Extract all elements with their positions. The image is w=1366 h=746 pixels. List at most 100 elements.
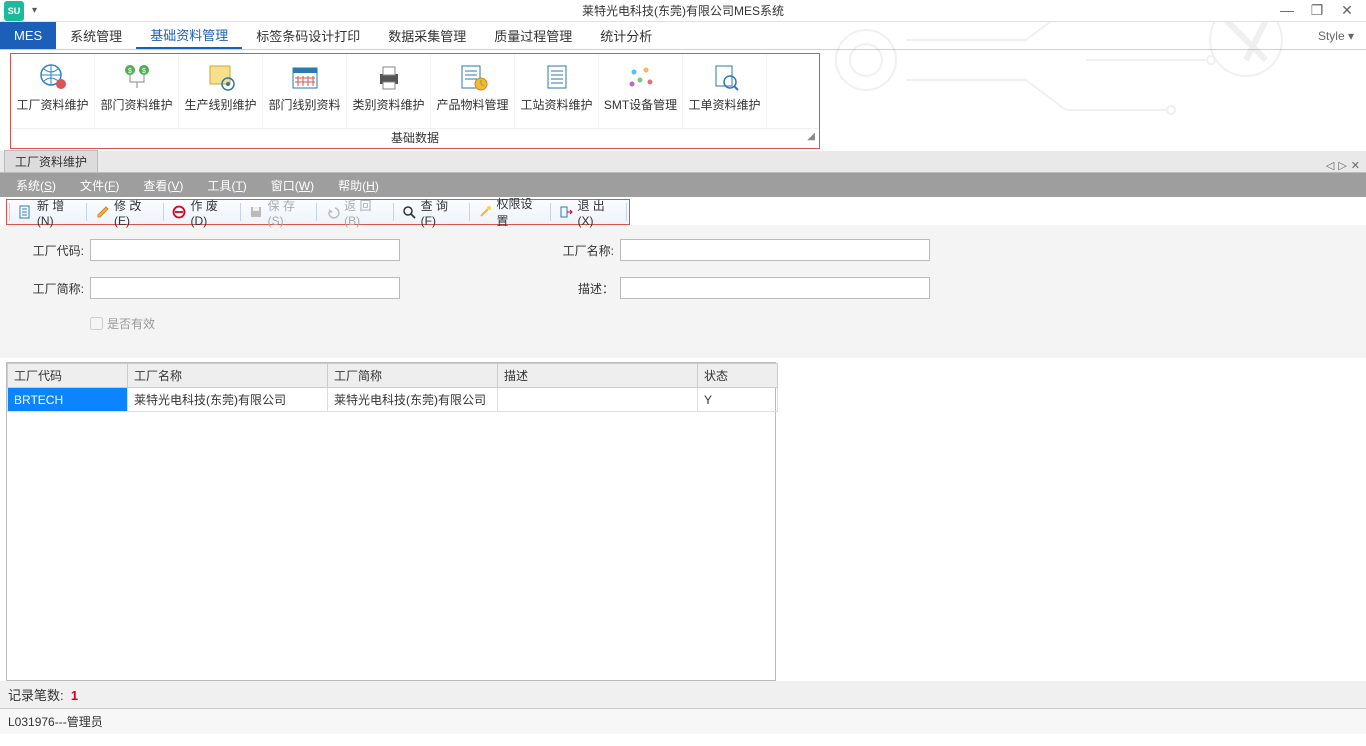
minimize-icon[interactable]: — [1276, 2, 1298, 19]
new-doc-icon [18, 204, 33, 220]
btn-exit[interactable]: 退 出(X) [552, 200, 624, 224]
wand-icon [478, 204, 493, 220]
cell-code: BRTECH [8, 388, 128, 412]
btn-save-label: 保 存(S) [268, 197, 309, 228]
pager-close-icon[interactable]: ✕ [1351, 159, 1360, 172]
svg-text:$: $ [142, 68, 146, 75]
box-gear-icon [203, 60, 239, 94]
undo-icon [325, 204, 340, 220]
ribbon-category[interactable]: 类别资料维护 [347, 54, 431, 128]
btn-void[interactable]: 作 废(D) [166, 200, 238, 224]
ribbon-station[interactable]: 工站资料维护 [515, 54, 599, 128]
tab-barcode[interactable]: 标签条码设计打印 [242, 22, 374, 49]
svg-text:$: $ [128, 68, 132, 75]
menu-file[interactable]: 文件(F) [68, 177, 131, 194]
doc-tab-factory[interactable]: 工厂资料维护 [4, 150, 98, 172]
form-area: 工厂代码: 工厂名称: 工厂简称: 描述： 是否有效 [0, 225, 1366, 358]
tab-stats[interactable]: 统计分析 [586, 22, 666, 49]
titlebar: SU ▾ 莱特光电科技(东莞)有限公司MES系统 — ❐ ✕ [0, 0, 1366, 22]
grid-header-row: 工厂代码 工厂名称 工厂简称 描述 状态 [8, 364, 778, 388]
label-valid: 是否有效 [107, 315, 155, 332]
tab-data-collection[interactable]: 数据采集管理 [374, 22, 480, 49]
ribbon-workorder[interactable]: 工单资料维护 [683, 54, 767, 128]
menu-window[interactable]: 窗口(W) [259, 177, 326, 194]
status-user: L031976---管理员 [0, 708, 1366, 734]
tab-mes[interactable]: MES [0, 22, 56, 49]
menu-system[interactable]: 系统(S) [4, 177, 68, 194]
input-code[interactable] [90, 239, 400, 261]
ribbon-line[interactable]: 生产线别维护 [179, 54, 263, 128]
cell-desc [498, 388, 698, 412]
status-count-label: 记录笔数: [8, 688, 64, 703]
save-icon [249, 204, 264, 220]
globe-pin-icon [35, 60, 71, 94]
app-icon: SU [4, 1, 24, 21]
menu-help[interactable]: 帮助(H) [326, 177, 391, 194]
status-count: 记录笔数: 1 [0, 681, 1366, 708]
exit-icon [558, 204, 573, 220]
ribbon-dept-label: 部门资料维护 [100, 96, 172, 113]
table-row[interactable]: BRTECH 莱特光电科技(东莞)有限公司 莱特光电科技(东莞)有限公司 Y [8, 388, 778, 412]
btn-perm[interactable]: 权限设置 [472, 200, 548, 224]
cell-status: Y [698, 388, 778, 412]
menu-view[interactable]: 查看(V) [131, 177, 195, 194]
ribbon-product[interactable]: 产品物料管理 [431, 54, 515, 128]
ribbon-launcher-icon[interactable]: ◢ [807, 131, 815, 142]
ribbon-smt-label: SMT设备管理 [604, 96, 677, 113]
col-status[interactable]: 状态 [698, 364, 778, 388]
doc-tab-bar: 工厂资料维护 ◁ ▷ ✕ [0, 151, 1366, 173]
btn-new[interactable]: 新 增(N) [12, 200, 84, 224]
qa-dropdown-icon[interactable]: ▾ [32, 5, 37, 16]
label-short: 工厂简称: [20, 280, 84, 297]
cell-short: 莱特光电科技(东莞)有限公司 [328, 388, 498, 412]
btn-perm-label: 权限设置 [497, 195, 542, 229]
ribbon-dept-line[interactable]: 部门线别资料 [263, 54, 347, 128]
no-entry-icon [172, 204, 187, 220]
btn-back-label: 返 回(B) [344, 197, 385, 228]
btn-edit-label: 修 改(E) [114, 197, 155, 228]
ribbon-factory[interactable]: 工厂资料维护 [11, 54, 95, 128]
btn-new-label: 新 增(N) [37, 197, 78, 228]
calendar-icon [287, 60, 323, 94]
col-short[interactable]: 工厂简称 [328, 364, 498, 388]
pencil-icon [95, 204, 110, 220]
pager-prev-icon[interactable]: ◁ [1326, 159, 1334, 172]
pager-next-icon[interactable]: ▷ [1338, 159, 1346, 172]
label-desc: 描述： [550, 280, 614, 297]
menu-tools[interactable]: 工具(T) [195, 177, 258, 194]
ribbon-line-label: 生产线别维护 [184, 96, 256, 113]
inner-menu-bar: 系统(S) 文件(F) 查看(V) 工具(T) 窗口(W) 帮助(H) [0, 173, 1366, 197]
ribbon-smt[interactable]: SMT设备管理 [599, 54, 683, 128]
tab-quality[interactable]: 质量过程管理 [480, 22, 586, 49]
close-icon[interactable]: ✕ [1336, 2, 1358, 19]
org-money-icon: $$ [119, 60, 155, 94]
dots-network-icon [623, 60, 659, 94]
ribbon-station-label: 工站资料维护 [520, 96, 592, 113]
data-grid[interactable]: 工厂代码 工厂名称 工厂简称 描述 状态 BRTECH 莱特光电科技(东莞)有限… [6, 362, 776, 681]
ribbon-panel: 工厂资料维护 $$ 部门资料维护 生产线别维护 部门线别资料 [10, 53, 820, 149]
btn-query[interactable]: 查 询(F) [396, 200, 467, 224]
tab-system[interactable]: 系统管理 [56, 22, 136, 49]
inner-toolbar: 新 增(N) 修 改(E) 作 废(D) 保 存(S) 返 回(B) 查 询(F… [6, 199, 630, 225]
col-desc[interactable]: 描述 [498, 364, 698, 388]
input-desc[interactable] [620, 277, 930, 299]
document-lines-icon [539, 60, 575, 94]
tab-basic-data[interactable]: 基础资料管理 [136, 22, 242, 49]
col-code[interactable]: 工厂代码 [8, 364, 128, 388]
restore-icon[interactable]: ❐ [1306, 2, 1328, 19]
btn-exit-label: 退 出(X) [577, 197, 618, 228]
ribbon-caption: 基础数据 ◢ [11, 128, 819, 148]
btn-save: 保 存(S) [243, 200, 315, 224]
col-name[interactable]: 工厂名称 [128, 364, 328, 388]
btn-edit[interactable]: 修 改(E) [89, 200, 161, 224]
ribbon-factory-label: 工厂资料维护 [16, 96, 88, 113]
style-dropdown[interactable]: Style ▾ [1318, 29, 1366, 43]
label-code: 工厂代码: [20, 242, 84, 259]
printer-icon [371, 60, 407, 94]
input-short[interactable] [90, 277, 400, 299]
sheet-clock-icon [455, 60, 491, 94]
sheet-search-icon [707, 60, 743, 94]
ribbon-dept[interactable]: $$ 部门资料维护 [95, 54, 179, 128]
input-name[interactable] [620, 239, 930, 261]
cell-name: 莱特光电科技(东莞)有限公司 [128, 388, 328, 412]
